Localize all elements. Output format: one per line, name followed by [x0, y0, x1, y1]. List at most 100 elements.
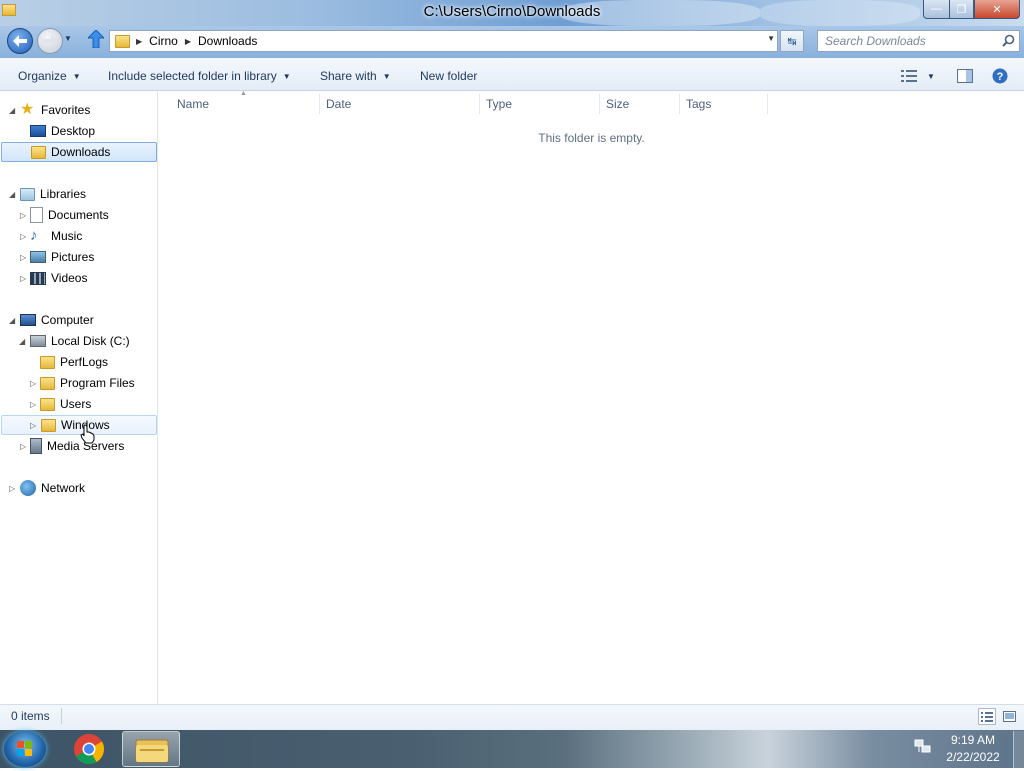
column-divider[interactable]: [479, 94, 480, 114]
collapse-arrow-icon[interactable]: ◢: [9, 190, 15, 199]
up-button[interactable]: [86, 29, 106, 52]
breadcrumb-downloads[interactable]: Downloads: [193, 31, 262, 51]
search-icon[interactable]: [1002, 34, 1015, 47]
large-icons-view-button[interactable]: [1000, 708, 1018, 725]
sidebar-item-label: Desktop: [51, 124, 96, 138]
column-header-tags[interactable]: Tags: [686, 97, 711, 111]
pictures-icon: [30, 251, 46, 263]
sidebar-item-label: Documents: [48, 208, 109, 222]
sidebar-item-favorites[interactable]: ★ Favorites: [20, 100, 90, 120]
address-folder-icon: [115, 34, 130, 48]
sidebar-item-pictures[interactable]: Pictures: [30, 247, 94, 267]
sidebar-item-label: Program Files: [60, 376, 135, 390]
address-bar[interactable]: ▶ Cirno ▶ Downloads ▼: [109, 30, 778, 52]
sort-ascending-icon: ▲: [240, 90, 247, 97]
sidebar-item-label: Network: [41, 481, 86, 495]
sidebar-item-music[interactable]: ♪ Music: [30, 226, 82, 246]
empty-folder-message: This folder is empty.: [538, 131, 645, 145]
sidebar-item-label: Computer: [41, 313, 94, 327]
include-in-library-button[interactable]: Include selected folder in library ▼: [108, 67, 291, 85]
back-button[interactable]: [7, 28, 33, 54]
network-tray-icon[interactable]: [914, 738, 932, 754]
recent-pages-dropdown[interactable]: ▼: [64, 34, 74, 46]
organize-label: Organize: [18, 69, 67, 83]
column-divider[interactable]: [679, 94, 680, 114]
explorer-folder-icon: [135, 739, 169, 763]
chevron-down-icon: ▼: [927, 71, 935, 81]
sidebar-item-media-servers[interactable]: Media Servers: [30, 436, 124, 456]
close-button[interactable]: ✕: [974, 0, 1020, 19]
clock-date[interactable]: 2/22/2022: [940, 750, 1006, 764]
preview-pane-button[interactable]: [957, 67, 973, 85]
collapse-arrow-icon[interactable]: ◢: [9, 316, 15, 325]
preview-pane-icon: [957, 69, 973, 83]
address-history-dropdown[interactable]: ▼: [767, 34, 775, 43]
hand-cursor-icon: [80, 424, 95, 444]
search-box: [817, 30, 1020, 52]
sidebar-item-label: Videos: [51, 271, 88, 285]
details-view-button[interactable]: [978, 708, 996, 725]
breadcrumb-cirno[interactable]: Cirno: [144, 31, 183, 51]
sidebar-item-local-disk[interactable]: Local Disk (C:): [30, 331, 130, 351]
chrome-taskbar-button[interactable]: [70, 732, 108, 766]
collapse-arrow-icon[interactable]: ◢: [9, 106, 15, 115]
expand-arrow-icon[interactable]: ▷: [30, 379, 36, 388]
forward-button[interactable]: [37, 28, 63, 54]
folder-icon: [40, 397, 55, 411]
desktop-icon: [30, 125, 46, 137]
expand-arrow-icon[interactable]: ▷: [20, 274, 26, 283]
explorer-taskbar-button[interactable]: [122, 731, 180, 767]
breadcrumb-chevron-icon[interactable]: ▶: [183, 37, 193, 46]
file-list-pane[interactable]: [159, 92, 1024, 704]
expand-arrow-icon[interactable]: ▷: [30, 421, 36, 430]
expand-arrow-icon[interactable]: ▷: [20, 211, 26, 220]
sidebar-item-libraries[interactable]: Libraries: [20, 184, 86, 204]
details-view-icon: [981, 711, 993, 722]
new-folder-button[interactable]: New folder: [420, 67, 477, 85]
sidebar-item-network[interactable]: Network: [20, 478, 85, 498]
column-header-type[interactable]: Type: [486, 97, 512, 111]
search-input[interactable]: [825, 34, 1000, 48]
show-desktop-button[interactable]: [1013, 731, 1024, 768]
expand-arrow-icon[interactable]: ▷: [20, 253, 26, 262]
expand-arrow-icon[interactable]: ▷: [20, 442, 26, 451]
sidebar-item-downloads[interactable]: Downloads: [1, 142, 157, 162]
share-with-button[interactable]: Share with ▼: [320, 67, 391, 85]
videos-icon: [30, 271, 46, 285]
star-icon: ★: [20, 101, 35, 118]
column-header-name[interactable]: Name: [177, 97, 209, 111]
sidebar-item-windows[interactable]: Windows: [1, 415, 157, 435]
column-divider[interactable]: [767, 94, 768, 114]
expand-arrow-icon[interactable]: ▷: [9, 484, 15, 493]
sidebar-item-program-files[interactable]: Program Files: [40, 373, 135, 393]
collapse-arrow-icon[interactable]: ◢: [19, 337, 25, 346]
sidebar-item-desktop[interactable]: Desktop: [30, 121, 95, 141]
change-view-button[interactable]: ▼: [901, 67, 935, 85]
column-divider[interactable]: [599, 94, 600, 114]
sidebar-item-computer[interactable]: Computer: [20, 310, 94, 330]
maximize-button[interactable]: ❐: [949, 0, 974, 19]
column-header-size[interactable]: Size: [606, 97, 629, 111]
sidebar-item-documents[interactable]: Documents: [30, 205, 109, 225]
help-icon: ?: [992, 68, 1008, 84]
expand-arrow-icon[interactable]: ▷: [20, 232, 26, 241]
window-folder-icon: [2, 4, 16, 16]
breadcrumb-chevron-icon[interactable]: ▶: [134, 37, 144, 46]
start-button[interactable]: [4, 731, 46, 767]
sidebar-item-label: PerfLogs: [60, 355, 109, 369]
help-button[interactable]: ?: [992, 67, 1008, 85]
chevron-down-icon: ▼: [72, 71, 81, 81]
refresh-button[interactable]: ↹: [780, 30, 804, 52]
expand-arrow-icon[interactable]: ▷: [30, 400, 36, 409]
minimize-button[interactable]: —: [923, 0, 950, 19]
window-title: C:\Users\Cirno\Downloads: [423, 3, 601, 20]
folder-icon: [41, 418, 56, 432]
clock-time[interactable]: 9:19 AM: [940, 733, 1006, 747]
computer-icon: [20, 314, 36, 326]
column-divider[interactable]: [319, 94, 320, 114]
sidebar-item-videos[interactable]: Videos: [30, 268, 87, 288]
organize-button[interactable]: Organize ▼: [18, 67, 81, 85]
column-header-date[interactable]: Date: [326, 97, 351, 111]
sidebar-item-perflogs[interactable]: PerfLogs: [40, 352, 108, 372]
sidebar-item-users[interactable]: Users: [40, 394, 91, 414]
